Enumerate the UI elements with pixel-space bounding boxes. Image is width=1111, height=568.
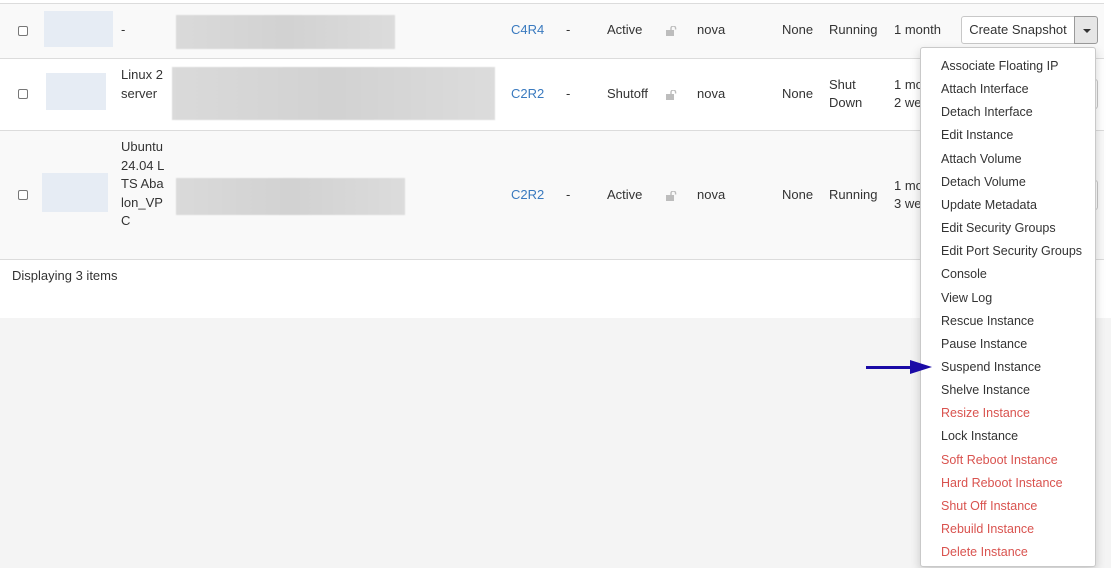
menu-item-hard-reboot-instance[interactable]: Hard Reboot Instance — [941, 475, 1063, 491]
menu-item-resize-instance[interactable]: Resize Instance — [941, 405, 1030, 421]
power-state-line-2: Down — [829, 95, 863, 110]
power-state-line-1: Shut — [829, 77, 856, 92]
task: None — [782, 86, 814, 101]
menu-item-detach-volume[interactable]: Detach Volume — [941, 174, 1026, 190]
menu-item-rebuild-instance[interactable]: Rebuild Instance — [941, 521, 1034, 537]
ip-address-redacted — [176, 178, 405, 215]
instance-actions-menu: Associate Floating IP Attach Interface Det… — [920, 47, 1096, 567]
key-pair: - — [566, 187, 571, 202]
row-checkbox[interactable] — [18, 89, 28, 99]
menu-item-attach-volume[interactable]: Attach Volume — [941, 151, 1022, 167]
availability-zone: nova — [697, 86, 726, 101]
menu-item-delete-instance[interactable]: Delete Instance — [941, 544, 1028, 560]
age-line-2: 3 we — [894, 196, 922, 211]
unlock-icon — [666, 26, 677, 36]
instance-name[interactable]: Linux 2 server — [121, 66, 165, 103]
menu-item-update-metadata[interactable]: Update Metadata — [941, 197, 1037, 213]
age-line-2: 2 we — [894, 95, 922, 110]
menu-item-view-log[interactable]: View Log — [941, 290, 992, 306]
menu-item-detach-interface[interactable]: Detach Interface — [941, 104, 1033, 120]
menu-item-soft-reboot-instance[interactable]: Soft Reboot Instance — [941, 452, 1058, 468]
ip-address-redacted — [176, 15, 395, 49]
menu-item-associate-floating-ip[interactable]: Associate Floating IP — [941, 58, 1058, 74]
menu-item-console[interactable]: Console — [941, 266, 987, 282]
availability-zone: nova — [697, 187, 726, 202]
menu-item-pause-instance[interactable]: Pause Instance — [941, 336, 1027, 352]
key-pair: - — [566, 86, 571, 101]
age: 1 month — [894, 22, 941, 37]
unlock-icon — [666, 191, 677, 201]
arrow-right-icon — [866, 366, 916, 369]
actions-dropdown-toggle[interactable] — [1074, 16, 1098, 44]
row-checkbox[interactable] — [18, 26, 28, 36]
flavor-link[interactable]: C2R2 — [511, 187, 544, 202]
instance-name[interactable]: - — [121, 22, 125, 37]
status: Shutoff — [607, 86, 648, 101]
menu-item-edit-security-groups[interactable]: Edit Security Groups — [941, 220, 1056, 236]
menu-item-edit-instance[interactable]: Edit Instance — [941, 127, 1013, 143]
menu-item-suspend-instance[interactable]: Suspend Instance — [941, 359, 1041, 375]
menu-item-attach-interface[interactable]: Attach Interface — [941, 81, 1029, 97]
row-checkbox[interactable] — [18, 190, 28, 200]
menu-item-lock-instance[interactable]: Lock Instance — [941, 428, 1018, 444]
create-snapshot-button[interactable]: Create Snapshot — [961, 16, 1075, 44]
ip-address-redacted — [172, 67, 495, 120]
menu-item-shut-off-instance[interactable]: Shut Off Instance — [941, 498, 1037, 514]
task: None — [782, 22, 814, 37]
key-pair: - — [566, 22, 571, 37]
instance-image-thumbnail — [42, 173, 108, 212]
power-state: Running — [829, 187, 878, 202]
instance-image-thumbnail — [46, 73, 106, 110]
status: Active — [607, 187, 643, 202]
age-line-1: 1 mo — [894, 77, 923, 92]
item-count: Displaying 3 items — [12, 268, 118, 283]
instance-name[interactable]: Ubuntu 24.04 LTS Abalon_VPC — [121, 138, 165, 231]
flavor-link[interactable]: C2R2 — [511, 86, 544, 101]
flavor-link[interactable]: C4R4 — [511, 22, 544, 37]
instance-image-thumbnail — [44, 11, 113, 47]
power-state: Running — [829, 22, 878, 37]
menu-item-rescue-instance[interactable]: Rescue Instance — [941, 313, 1034, 329]
availability-zone: nova — [697, 22, 726, 37]
menu-item-shelve-instance[interactable]: Shelve Instance — [941, 382, 1030, 398]
arrow-head-icon — [910, 360, 932, 374]
age-line-1: 1 mo — [894, 178, 923, 193]
menu-item-edit-port-security-groups[interactable]: Edit Port Security Groups — [941, 243, 1082, 259]
caret-down-icon — [1083, 29, 1091, 33]
status: Active — [607, 22, 643, 37]
unlock-icon — [666, 90, 677, 100]
task: None — [782, 187, 814, 202]
